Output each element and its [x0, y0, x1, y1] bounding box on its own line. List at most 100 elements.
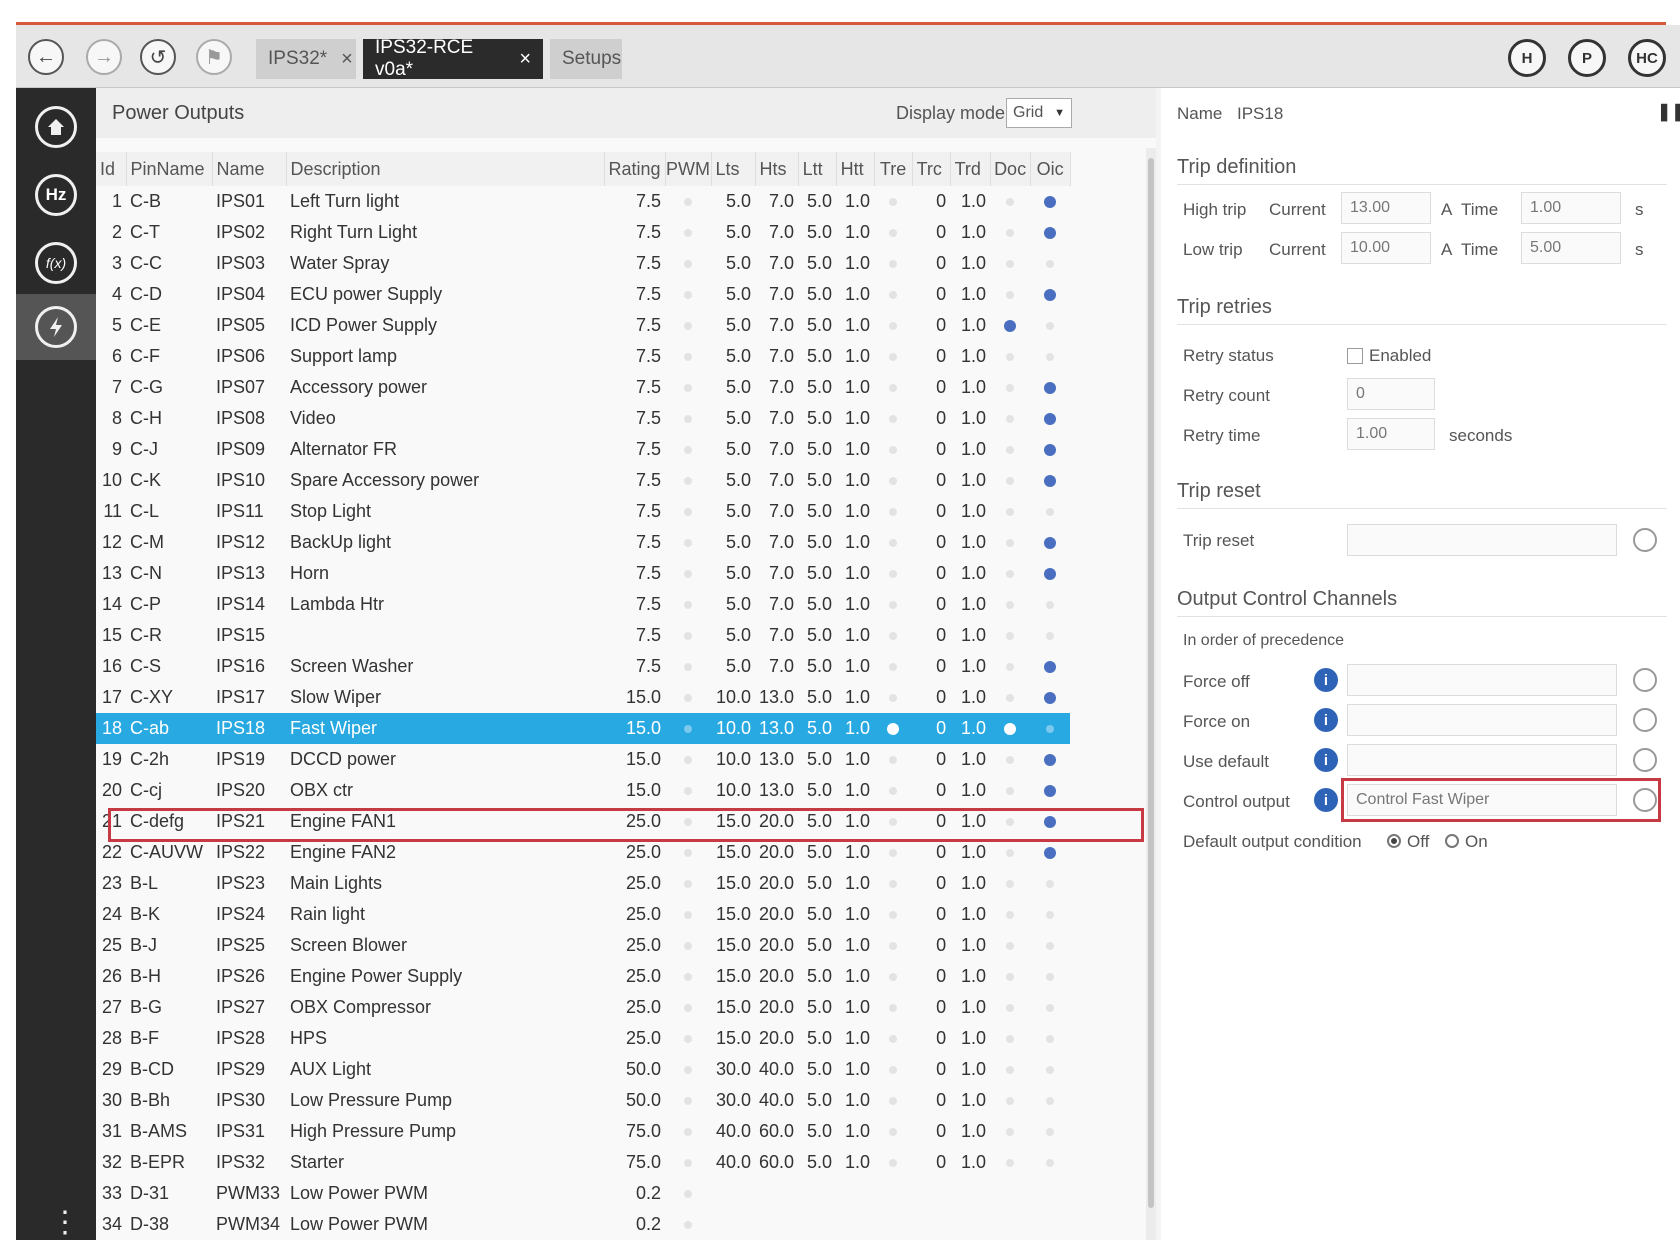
table-row[interactable]: 29 B-CD IPS29 AUX Light 50.0 30.0 40.0 5.0 1.0 0 1…	[96, 1054, 1070, 1085]
radio-off[interactable]	[1387, 834, 1401, 848]
column-header[interactable]: Doc	[990, 152, 1031, 186]
back-arrow-icon[interactable]: ←	[28, 39, 64, 75]
column-header[interactable]: Tre	[874, 152, 913, 186]
column-header[interactable]: Htt	[836, 152, 875, 186]
cell-trc: 0	[936, 594, 947, 614]
flag-icon[interactable]: ⚑	[196, 39, 232, 75]
more-icon[interactable]: ⋮	[50, 1208, 80, 1238]
cell-pin: C-B	[130, 191, 161, 211]
table-row[interactable]: 19 C-2h IPS19 DCCD power 15.0 10.0 13.0 5.0 1.0 0…	[96, 744, 1070, 775]
table-row[interactable]: 8 C-H IPS08 Video 7.5 5.0 7.0 5.0 1.0 0 1.0	[96, 403, 1070, 434]
column-header[interactable]: Name	[212, 152, 287, 186]
cell-pwm	[665, 248, 711, 279]
info-icon[interactable]: i	[1314, 788, 1338, 812]
table-row[interactable]: 17 C-XY IPS17 Slow Wiper 15.0 10.0 13.0 5.0 1.0 0…	[96, 682, 1070, 713]
table-row[interactable]: 3 C-C IPS03 Water Spray 7.5 5.0 7.0 5.0 1.0 0 1.0	[96, 248, 1070, 279]
table-row[interactable]: 25 B-J IPS25 Screen Blower 25.0 15.0 20.0 5.0 1.…	[96, 930, 1070, 961]
column-header[interactable]: Rating	[604, 152, 666, 186]
table-row[interactable]: 28 B-F IPS28 HPS 25.0 15.0 20.0 5.0 1.0 0 1.0	[96, 1023, 1070, 1054]
cell-id: 6	[111, 346, 122, 366]
table-row[interactable]: 33 D-31 PWM33 Low Power PWM 0.2	[96, 1178, 1070, 1209]
table-row[interactable]: 20 C-cj IPS20 OBX ctr 15.0 10.0 13.0 5.0 1.0 0 1.0	[96, 775, 1070, 806]
info-icon[interactable]: i	[1314, 748, 1338, 772]
low-current-input[interactable]: 10.00	[1341, 232, 1431, 264]
scrollbar-thumb[interactable]	[1148, 158, 1154, 1208]
table-row[interactable]: 12 C-M IPS12 BackUp light 7.5 5.0 7.0 5.0 1.0 0 1.…	[96, 527, 1070, 558]
sidebar-item-home[interactable]	[16, 94, 96, 160]
column-header[interactable]: Ltt	[798, 152, 837, 186]
column-header[interactable]: Lts	[711, 152, 756, 186]
retry-count-input[interactable]: 0	[1347, 378, 1435, 410]
column-header[interactable]: Trc	[912, 152, 951, 186]
table-row[interactable]: 15 C-R IPS15 7.5 5.0 7.0 5.0 1.0 0 1.0	[96, 620, 1070, 651]
table-row[interactable]: 27 B-G IPS27 OBX Compressor 25.0 15.0 20.0 5.0 1…	[96, 992, 1070, 1023]
force-off-select-icon[interactable]	[1633, 668, 1657, 692]
table-row[interactable]: 21 C-defg IPS21 Engine FAN1 25.0 15.0 20.0 5.0 1…	[96, 806, 1070, 837]
low-time-input[interactable]: 5.00	[1521, 232, 1621, 264]
info-icon[interactable]: i	[1314, 668, 1338, 692]
table-row[interactable]: 22 C-AUVW IPS22 Engine FAN2 25.0 15.0 20.0 5.0 1…	[96, 837, 1070, 868]
column-header[interactable]: Oic	[1030, 152, 1071, 186]
sidebar-item-function[interactable]: f(x)	[16, 230, 96, 296]
tab-setups[interactable]: Setups	[550, 39, 622, 79]
h-circle-icon[interactable]: H	[1508, 39, 1546, 77]
column-header[interactable]: Trd	[950, 152, 991, 186]
sidebar-item-hz[interactable]: Hz	[16, 162, 96, 228]
table-row[interactable]: 24 B-K IPS24 Rain light 25.0 15.0 20.0 5.0 1.0 0 1…	[96, 899, 1070, 930]
column-header[interactable]: Id	[96, 152, 127, 186]
force-on-input[interactable]	[1347, 704, 1617, 736]
forward-arrow-icon[interactable]: →	[86, 39, 122, 75]
table-row[interactable]: 26 B-H IPS26 Engine Power Supply 25.0 15.0 20.…	[96, 961, 1070, 992]
table-row[interactable]: 18 C-ab IPS18 Fast Wiper 15.0 10.0 13.0 5.0 1.0 0…	[96, 713, 1071, 744]
cell-pwm	[665, 1054, 711, 1085]
table-row[interactable]: 6 C-F IPS06 Support lamp 7.5 5.0 7.0 5.0 1.0 0 1.0	[96, 341, 1070, 372]
column-header[interactable]: PWM	[665, 152, 712, 186]
table-row[interactable]: 5 C-E IPS05 ICD Power Supply 7.5 5.0 7.0 5.0 1.0…	[96, 310, 1070, 341]
retry-enabled-checkbox[interactable]	[1347, 348, 1363, 364]
radio-on[interactable]	[1445, 834, 1459, 848]
table-row[interactable]: 2 C-T IPS02 Right Turn Light 7.5 5.0 7.0 5.0 1.0…	[96, 217, 1070, 248]
flag-off-icon	[1046, 1004, 1055, 1013]
table-row[interactable]: 23 B-L IPS23 Main Lights 25.0 15.0 20.0 5.0 1.0 0…	[96, 868, 1070, 899]
column-header[interactable]: Hts	[755, 152, 799, 186]
table-row[interactable]: 31 B-AMS IPS31 High Pressure Pump 75.0 40.0 60…	[96, 1116, 1070, 1147]
cell-doc	[990, 1085, 1030, 1116]
high-current-input[interactable]: 13.00	[1341, 192, 1431, 224]
force-on-select-icon[interactable]	[1633, 708, 1657, 732]
use-default-input[interactable]	[1347, 744, 1617, 776]
info-icon[interactable]: i	[1314, 708, 1338, 732]
close-icon[interactable]: ×	[519, 48, 531, 71]
table-row[interactable]: 32 B-EPR IPS32 Starter 75.0 40.0 60.0 5.0 1.0 0 1.…	[96, 1147, 1070, 1178]
pause-icon[interactable]: ❚❚	[1657, 102, 1680, 122]
retry-time-input[interactable]: 1.00	[1347, 418, 1435, 450]
use-default-select-icon[interactable]	[1633, 748, 1657, 772]
table-row[interactable]: 14 C-P IPS14 Lambda Htr 7.5 5.0 7.0 5.0 1.0 0 1.0	[96, 589, 1070, 620]
tab-ips32-rce[interactable]: IPS32-RCE v0a* ×	[363, 37, 543, 80]
undo-icon[interactable]: ↺	[140, 39, 176, 75]
table-row[interactable]: 10 C-K IPS10 Spare Accessory power 7.5 5.0 7.0…	[96, 465, 1070, 496]
table-scrollbar[interactable]	[1146, 148, 1156, 1240]
trip-reset-input[interactable]	[1347, 524, 1617, 556]
column-header[interactable]: PinName	[126, 152, 213, 186]
force-off-input[interactable]	[1347, 664, 1617, 696]
tab-ips32[interactable]: IPS32* ×	[256, 39, 356, 79]
table-row[interactable]: 11 C-L IPS11 Stop Light 7.5 5.0 7.0 5.0 1.0 0 1.0	[96, 496, 1070, 527]
display-mode-select[interactable]: Grid ▼	[1006, 98, 1072, 128]
table-row[interactable]: 7 C-G IPS07 Accessory power 7.5 5.0 7.0 5.0 1.0 0…	[96, 372, 1070, 403]
close-icon[interactable]: ×	[341, 48, 353, 71]
table-row[interactable]: 30 B-Bh IPS30 Low Pressure Pump 50.0 30.0 40.0…	[96, 1085, 1070, 1116]
table-row[interactable]: 1 C-B IPS01 Left Turn light 7.5 5.0 7.0 5.0 1.0 0…	[96, 186, 1070, 217]
table-row[interactable]: 13 C-N IPS13 Horn 7.5 5.0 7.0 5.0 1.0 0 1.0	[96, 558, 1070, 589]
column-header[interactable]: Description	[286, 152, 605, 186]
flag-off-icon	[1006, 291, 1015, 300]
table-row[interactable]: 9 C-J IPS09 Alternator FR 7.5 5.0 7.0 5.0 1.0 0 1.…	[96, 434, 1070, 465]
hc-circle-icon[interactable]: HC	[1628, 39, 1666, 77]
cell-lts: 5.0	[726, 377, 752, 397]
trip-reset-select-icon[interactable]	[1633, 528, 1657, 552]
table-row[interactable]: 4 C-D IPS04 ECU power Supply 7.5 5.0 7.0 5.0 1.0…	[96, 279, 1070, 310]
p-circle-icon[interactable]: P	[1568, 39, 1606, 77]
high-time-input[interactable]: 1.00	[1521, 192, 1621, 224]
table-row[interactable]: 34 D-38 PWM34 Low Power PWM 0.2	[96, 1209, 1070, 1240]
table-row[interactable]: 16 C-S IPS16 Screen Washer 7.5 5.0 7.0 5.0 1.0 0 1…	[96, 651, 1070, 682]
sidebar-item-power[interactable]	[16, 294, 96, 360]
